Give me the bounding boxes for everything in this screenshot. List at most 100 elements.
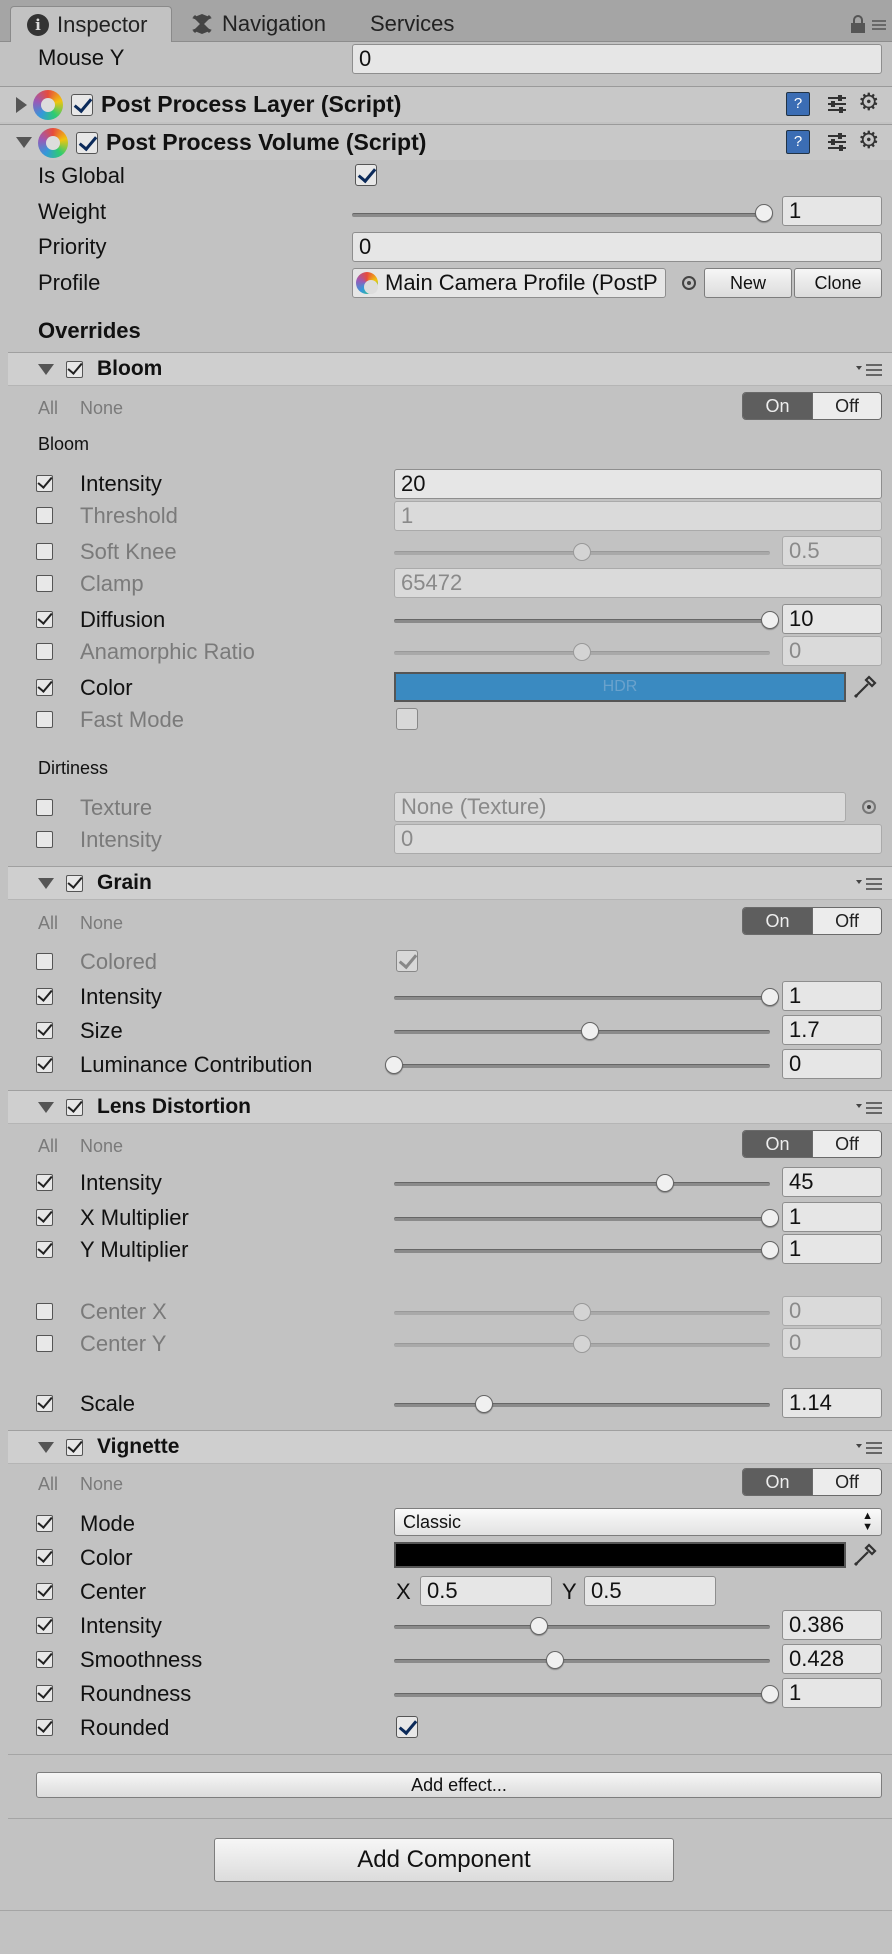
select-none-link[interactable]: None: [80, 1474, 123, 1495]
override-checkbox[interactable]: [36, 575, 53, 592]
override-checkbox[interactable]: [36, 1549, 53, 1566]
lens-intensity-field[interactable]: 45: [782, 1167, 882, 1197]
smoothness-field[interactable]: 0.428: [782, 1644, 882, 1674]
vignette-intensity-slider-thumb[interactable]: [530, 1617, 549, 1635]
foldout-expanded-icon[interactable]: [16, 137, 32, 148]
lens-intensity-slider-track[interactable]: [394, 1182, 770, 1186]
bloom-color-swatch[interactable]: HDR: [394, 672, 846, 702]
post-process-layer-header[interactable]: Post Process Layer (Script): [0, 86, 892, 122]
on-option[interactable]: On: [743, 1131, 812, 1157]
scale-slider-thumb[interactable]: [475, 1395, 494, 1413]
select-all-link[interactable]: All: [38, 1474, 58, 1495]
center-y-field[interactable]: 0: [782, 1328, 882, 1358]
clamp-field[interactable]: 65472: [394, 568, 882, 598]
select-all-link[interactable]: All: [38, 913, 58, 934]
select-none-link[interactable]: None: [80, 1136, 123, 1157]
override-checkbox[interactable]: [36, 1617, 53, 1634]
foldout-expanded-icon[interactable]: [38, 877, 54, 889]
center-y-slider-thumb[interactable]: [573, 1335, 591, 1353]
override-checkbox[interactable]: [36, 475, 53, 492]
off-option[interactable]: Off: [812, 908, 881, 934]
override-checkbox[interactable]: [36, 1022, 53, 1039]
center-y-input[interactable]: 0.5: [584, 1576, 716, 1606]
lock-icon[interactable]: [850, 14, 866, 34]
soft-knee-field[interactable]: 0.5: [782, 536, 882, 566]
add-effect-button[interactable]: Add effect...: [36, 1772, 882, 1798]
soft-knee-slider-thumb[interactable]: [573, 543, 591, 561]
dirt-intensity-field[interactable]: 0: [394, 824, 882, 854]
foldout-expanded-icon[interactable]: [38, 1441, 54, 1453]
gear-icon[interactable]: ⚙: [858, 129, 886, 153]
tab-navigation[interactable]: Navigation: [190, 6, 326, 42]
override-checkbox[interactable]: [36, 611, 53, 628]
clone-profile-button[interactable]: Clone: [794, 268, 882, 298]
smoothness-slider-track[interactable]: [394, 1659, 770, 1663]
x-multiplier-slider-track[interactable]: [394, 1217, 770, 1221]
grain-enabled-checkbox[interactable]: [66, 874, 83, 892]
center-x-slider-thumb[interactable]: [573, 1303, 591, 1321]
post-process-volume-header[interactable]: Post Process Volume (Script): [0, 124, 892, 160]
vignette-intensity-slider-track[interactable]: [394, 1625, 770, 1629]
on-option[interactable]: On: [743, 393, 812, 419]
tab-services[interactable]: Services: [370, 6, 454, 42]
override-checkbox[interactable]: [36, 1335, 53, 1352]
tab-menu-icon[interactable]: [872, 20, 886, 30]
lens-distortion-on-off-toggle[interactable]: On Off: [742, 1130, 882, 1158]
effect-menu-icon[interactable]: [856, 363, 882, 377]
grain-effect-header[interactable]: Grain: [8, 866, 892, 900]
on-option[interactable]: On: [743, 1469, 812, 1495]
add-component-button[interactable]: Add Component: [214, 1838, 674, 1882]
off-option[interactable]: Off: [812, 1131, 881, 1157]
select-none-link[interactable]: None: [80, 398, 123, 419]
mode-dropdown[interactable]: Classic ▲ ▼: [394, 1508, 882, 1536]
vignette-effect-header[interactable]: Vignette: [8, 1430, 892, 1464]
anamorphic-slider-thumb[interactable]: [573, 643, 591, 661]
grain-size-slider-thumb[interactable]: [580, 1022, 599, 1040]
weight-slider-thumb[interactable]: [755, 204, 773, 222]
override-checkbox[interactable]: [36, 1209, 53, 1226]
luminance-field[interactable]: 0: [782, 1049, 882, 1079]
texture-field[interactable]: None (Texture): [394, 792, 846, 822]
diffusion-slider-thumb[interactable]: [761, 611, 779, 629]
effect-menu-icon[interactable]: [856, 1101, 882, 1115]
colored-checkbox[interactable]: [396, 950, 418, 972]
roundness-slider-track[interactable]: [394, 1693, 770, 1697]
vignette-color-swatch[interactable]: [394, 1542, 846, 1568]
override-checkbox[interactable]: [36, 953, 53, 970]
override-checkbox[interactable]: [36, 711, 53, 728]
x-multiplier-slider-thumb[interactable]: [761, 1209, 779, 1227]
scale-slider-track[interactable]: [394, 1403, 770, 1407]
foldout-collapsed-icon[interactable]: [16, 96, 27, 113]
bloom-effect-header[interactable]: Bloom: [8, 352, 892, 386]
volume-enabled-checkbox[interactable]: [76, 131, 98, 154]
grain-intensity-slider-track[interactable]: [394, 996, 770, 1000]
anamorphic-field[interactable]: 0: [782, 636, 882, 666]
override-checkbox[interactable]: [36, 988, 53, 1005]
diffusion-field[interactable]: 10: [782, 604, 882, 634]
eyedropper-icon[interactable]: [852, 1542, 878, 1568]
new-profile-button[interactable]: New: [704, 268, 792, 298]
grain-intensity-field[interactable]: 1: [782, 981, 882, 1011]
override-checkbox[interactable]: [36, 543, 53, 560]
vignette-on-off-toggle[interactable]: On Off: [742, 1468, 882, 1496]
override-checkbox[interactable]: [36, 1583, 53, 1600]
mouse-y-field[interactable]: 0: [352, 44, 882, 74]
roundness-slider-thumb[interactable]: [761, 1685, 779, 1703]
override-checkbox[interactable]: [36, 1651, 53, 1668]
foldout-expanded-icon[interactable]: [38, 363, 54, 375]
lens-intensity-slider-thumb[interactable]: [655, 1174, 674, 1192]
presets-icon[interactable]: [826, 131, 848, 153]
gear-icon[interactable]: ⚙: [858, 91, 886, 115]
override-checkbox[interactable]: [36, 679, 53, 696]
y-multiplier-slider-track[interactable]: [394, 1249, 770, 1253]
roundness-field[interactable]: 1: [782, 1678, 882, 1708]
eyedropper-icon[interactable]: [852, 674, 878, 700]
center-x-input[interactable]: 0.5: [420, 1576, 552, 1606]
weight-slider-track[interactable]: [352, 213, 764, 217]
help-icon[interactable]: ?: [786, 130, 810, 154]
luminance-slider-track[interactable]: [394, 1064, 770, 1068]
override-checkbox[interactable]: [36, 507, 53, 524]
lens-distortion-enabled-checkbox[interactable]: [66, 1098, 83, 1116]
override-checkbox[interactable]: [36, 831, 53, 848]
grain-intensity-slider-thumb[interactable]: [761, 988, 779, 1006]
